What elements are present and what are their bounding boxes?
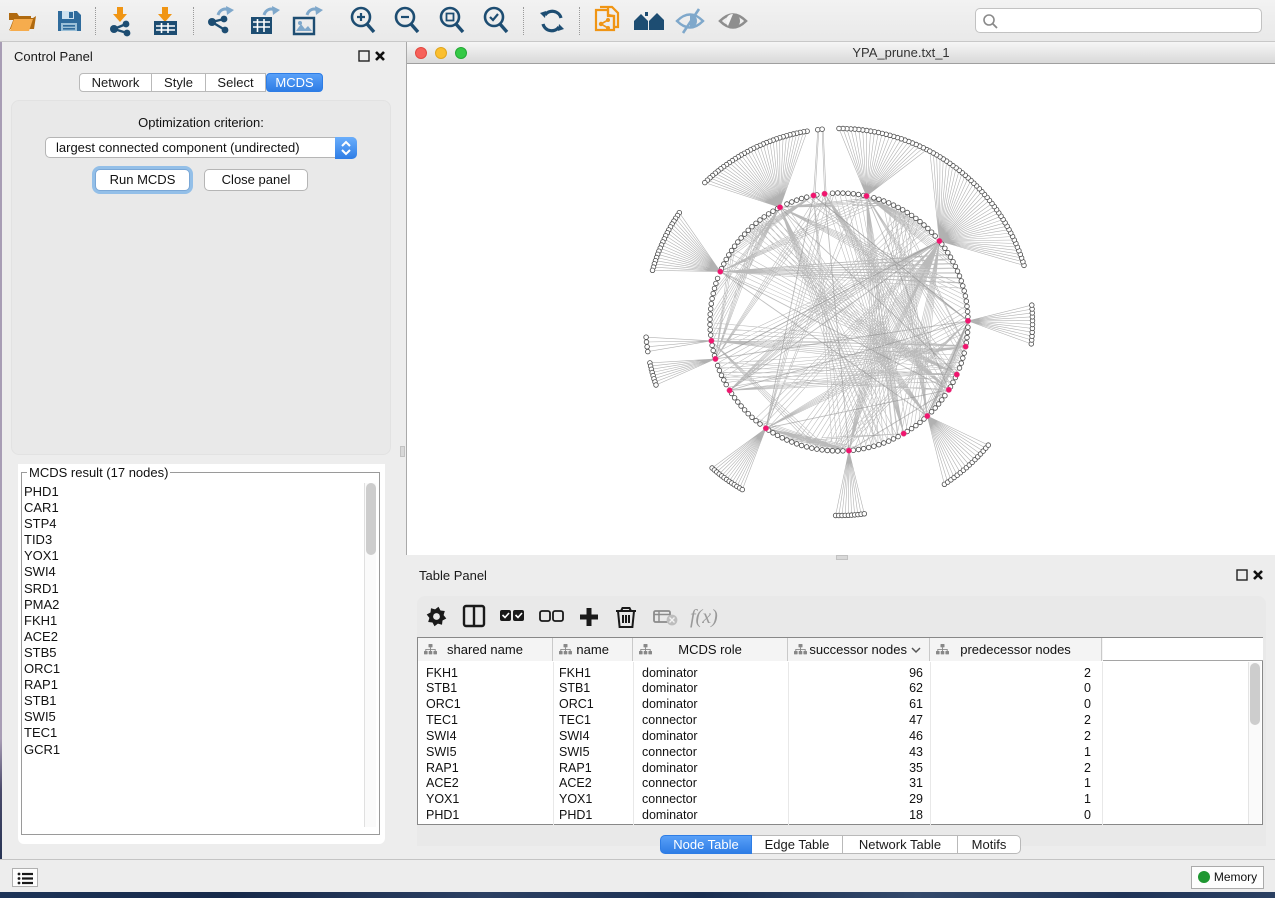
svg-text:f(x): f(x) xyxy=(690,606,718,628)
